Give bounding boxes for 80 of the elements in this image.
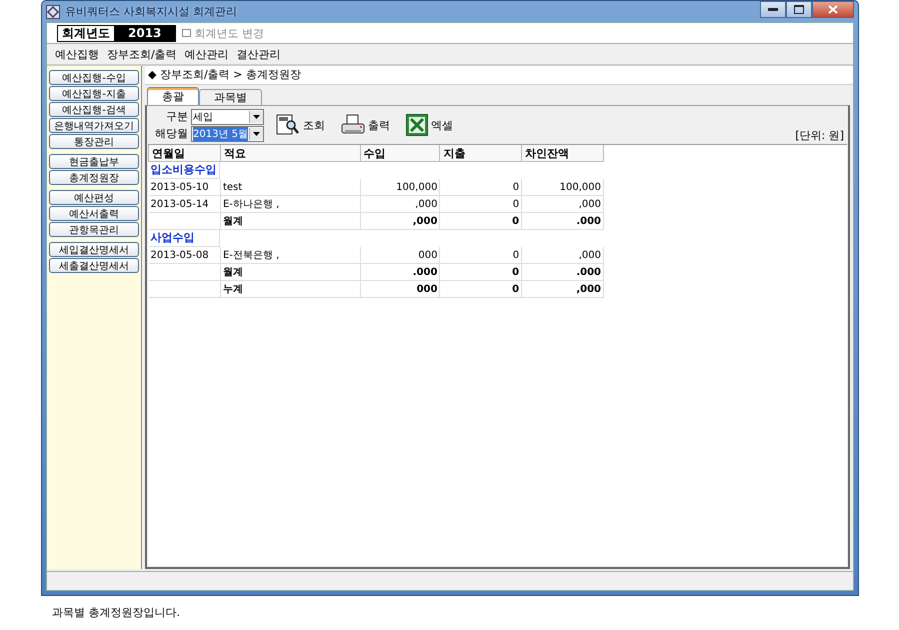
table-cell: 100,000 xyxy=(360,179,440,196)
table-cell: 누계 xyxy=(220,280,360,298)
sidebar-button[interactable]: 예산편성 xyxy=(49,190,139,205)
table-cell: 0 xyxy=(440,280,522,298)
sidebar-button[interactable]: 예산집행-수입 xyxy=(49,70,139,85)
column-header: 수입 xyxy=(360,145,440,162)
print-button[interactable]: 출력 xyxy=(337,114,394,136)
menu-item[interactable]: 예산집행 xyxy=(55,46,99,62)
sidebar-button[interactable]: 예산서출력 xyxy=(49,206,139,221)
close-button[interactable] xyxy=(812,1,854,18)
caret-icon xyxy=(253,114,260,118)
table-cell: 2013-05-10 xyxy=(148,179,220,196)
sidebar-button[interactable]: 은행내역가져오기 xyxy=(49,118,139,133)
table-cell: 0 xyxy=(440,212,522,230)
column-header: 지출 xyxy=(440,145,522,162)
sidebar-button[interactable]: 세출결산명세서 xyxy=(49,258,139,273)
table-cell: E-전북은행 , xyxy=(220,247,360,264)
table-cell: .000 xyxy=(522,264,604,280)
table-cell: 0 xyxy=(440,247,522,264)
caret-icon xyxy=(253,132,260,136)
breadcrumb: ◆ 장부조회/출력 > 총계정원장 xyxy=(145,66,853,85)
group-heading: 입소비용수입 xyxy=(148,162,220,179)
filter-label: 해당월 xyxy=(155,126,188,141)
table-cell: 0 xyxy=(440,196,522,212)
sidebar-button[interactable]: 예산집행-지출 xyxy=(49,86,139,101)
table-cell: .000 xyxy=(360,264,440,280)
app-icon xyxy=(46,4,60,18)
table-cell: ,000 xyxy=(522,280,604,298)
maximize-button[interactable] xyxy=(786,1,812,18)
sidebar-button[interactable]: 관항목관리 xyxy=(49,222,139,237)
tab[interactable]: 과목별 xyxy=(199,89,262,105)
excel-icon xyxy=(406,114,428,136)
dropdown[interactable]: 2013년 5월 xyxy=(191,126,264,142)
maximize-icon xyxy=(794,5,804,14)
search-button[interactable]: 조회 xyxy=(272,114,329,136)
dropdown[interactable]: 세입 xyxy=(191,108,264,124)
menu-item[interactable]: 예산관리 xyxy=(184,46,229,62)
filter-label: 구분 xyxy=(165,109,188,124)
change-year-link[interactable]: 회계년도 변경 xyxy=(182,26,264,40)
table-cell: ,000 xyxy=(360,212,440,230)
table-cell: test xyxy=(220,179,360,196)
column-header: 연월일 xyxy=(148,145,220,162)
column-header: 차인잔액 xyxy=(522,145,604,162)
sidebar-button[interactable]: 현금출납부 xyxy=(49,154,139,169)
window-title: 유비쿼터스 사회복지시설 회계관리 xyxy=(65,4,237,19)
menu-item[interactable]: 장부조회/출력 xyxy=(107,46,177,62)
sidebar-button[interactable]: 통장관리 xyxy=(49,134,139,149)
close-icon xyxy=(828,5,838,14)
table-cell: 0 xyxy=(440,264,522,280)
tab[interactable]: 총괄 xyxy=(147,87,199,105)
caption: 과목별 총계정원장입니다. xyxy=(51,605,181,620)
table-cell: 2013-05-14 xyxy=(148,196,220,212)
fiscal-year-value: 2013 xyxy=(114,26,176,40)
table-cell: .000 xyxy=(522,212,604,230)
table-cell: 000 xyxy=(360,247,440,264)
table-cell: 100,000 xyxy=(522,179,604,196)
group-heading: 사업수입 xyxy=(148,230,220,247)
excel-button[interactable]: 엑셀 xyxy=(402,114,457,136)
column-header: 적요 xyxy=(220,145,360,162)
table-cell xyxy=(148,264,220,280)
table-cell: 월계 xyxy=(220,264,360,280)
table-cell: ,000 xyxy=(522,196,604,212)
table-cell xyxy=(148,280,220,298)
minimize-button[interactable] xyxy=(760,1,786,18)
table-cell: ,000 xyxy=(522,247,604,264)
minimize-icon xyxy=(768,8,778,12)
search-icon xyxy=(276,114,300,136)
table-cell: 0 xyxy=(440,179,522,196)
unit-label: [단위: 원] xyxy=(795,128,844,143)
table-cell: 000 xyxy=(360,280,440,298)
table-cell: 월계 xyxy=(220,212,360,230)
sidebar-button[interactable]: 예산집행-검색 xyxy=(49,102,139,117)
menu-item[interactable]: 결산관리 xyxy=(236,46,281,62)
table-cell: 2013-05-08 xyxy=(148,247,220,264)
printer-icon xyxy=(341,114,365,136)
table-cell: ,000 xyxy=(360,196,440,212)
table-cell xyxy=(148,212,220,230)
table-cell: E-하나은행 , xyxy=(220,196,360,212)
sidebar-button[interactable]: 세입결산명세서 xyxy=(49,242,139,257)
sidebar-button[interactable]: 총계정원장 xyxy=(49,170,139,185)
